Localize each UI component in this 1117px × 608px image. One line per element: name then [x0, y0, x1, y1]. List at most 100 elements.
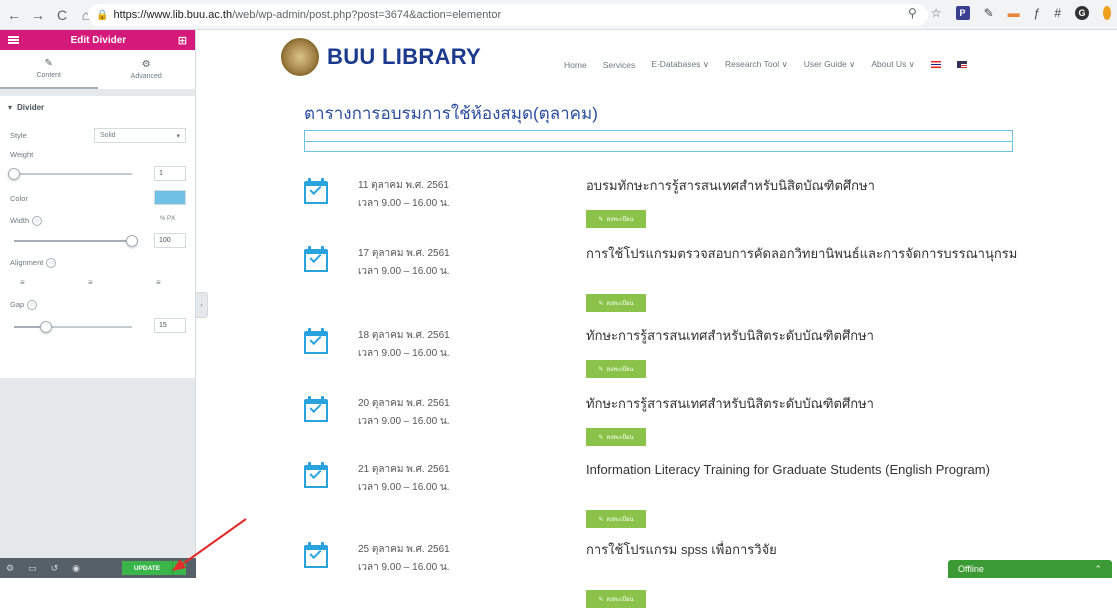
event-time: เวลา 9.00 – 16.00 น.: [358, 348, 450, 359]
event-time: เวลา 9.00 – 16.00 น.: [358, 198, 450, 209]
style-label: Style: [10, 131, 27, 140]
color-label: Color: [10, 194, 28, 203]
event-row: 18 ตุลาคม พ.ศ. 2561 เวลา 9.00 – 16.00 น. ท…: [304, 328, 1064, 388]
chat-widget[interactable]: Offline ⌃: [948, 560, 1112, 578]
zoom-icon[interactable]: ⚲: [908, 6, 917, 20]
align-center-icon[interactable]: ≡: [88, 278, 93, 287]
pencil-icon: ✎: [598, 300, 604, 307]
width-label: Width ▭: [10, 216, 43, 227]
divider-line: [304, 141, 1013, 142]
event-date: 18 ตุลาคม พ.ศ. 2561: [358, 330, 450, 341]
tab-content[interactable]: ✎ Content: [0, 50, 98, 89]
reload-icon[interactable]: C: [52, 5, 72, 25]
register-label: ลงทะเบียน: [606, 301, 634, 307]
nav-services[interactable]: Services: [603, 60, 636, 70]
register-button[interactable]: ✎ ลงทะเบียน: [586, 210, 646, 228]
style-select[interactable]: Solid ▾: [94, 128, 186, 143]
register-button[interactable]: ✎ ลงทะเบียน: [586, 510, 646, 528]
register-label: ลงทะเบียน: [606, 517, 634, 523]
profile-icon[interactable]: [1103, 6, 1111, 20]
style-value: Solid: [100, 132, 116, 139]
update-options-caret-icon[interactable]: ▲: [172, 561, 186, 575]
thai-flag-icon[interactable]: [930, 61, 941, 68]
color-swatch[interactable]: [154, 190, 186, 205]
event-row: 17 ตุลาคม พ.ศ. 2561 เวลา 9.00 – 16.00 น. ก…: [304, 246, 1064, 312]
extension-g-icon[interactable]: G: [1075, 6, 1089, 20]
elementor-panel: Edit Divider ⊞ ✎ Content ⚙ Advanced ▾ Di…: [0, 30, 196, 578]
extension-p-icon[interactable]: P: [955, 6, 970, 20]
event-title: Information Literacy Training for Gradua…: [586, 462, 990, 477]
width-input[interactable]: 100: [154, 233, 186, 248]
gap-slider-handle[interactable]: [40, 321, 52, 333]
site-brand: BUU LIBRARY: [327, 44, 482, 69]
register-button[interactable]: ✎ ลงทะเบียน: [586, 590, 646, 608]
weight-slider-handle[interactable]: [8, 168, 20, 180]
weight-input[interactable]: 1: [154, 166, 186, 181]
register-button[interactable]: ✎ ลงทะเบียน: [586, 294, 646, 312]
register-button[interactable]: ✎ ลงทะเบียน: [586, 360, 646, 378]
url-host: https://www.lib.buu.ac.th: [113, 9, 233, 21]
event-title: ทักษะการรู้สารสนเทศสำหรับนิสิตระดับบัณฑิ…: [586, 328, 874, 343]
align-left-icon[interactable]: ≡: [20, 278, 25, 287]
width-slider-handle[interactable]: [126, 235, 138, 247]
desktop-responsive-icon[interactable]: ▭: [32, 216, 43, 227]
width-unit-toggle[interactable]: % PX: [160, 216, 175, 222]
gap-label: Gap ▭: [10, 300, 38, 311]
panel-collapse-toggle[interactable]: ‹: [196, 292, 208, 318]
nav-e-databases[interactable]: E-Databases ∨: [651, 59, 709, 70]
calendar-check-icon: [304, 542, 328, 568]
divider-controls: Style Solid ▾ Weight 1 Color Width ▭ % PX…: [0, 118, 195, 378]
history-icon[interactable]: ↺: [51, 563, 59, 574]
nav-home[interactable]: Home: [564, 60, 587, 70]
section-title: Divider: [17, 102, 45, 112]
menu-icon[interactable]: [8, 36, 19, 44]
back-icon[interactable]: ←: [4, 5, 24, 25]
university-seal-logo: [281, 38, 319, 76]
event-date: 11 ตุลาคม พ.ศ. 2561: [358, 180, 449, 191]
section-divider-toggle[interactable]: ▾ Divider: [0, 96, 195, 118]
url-path: /web/wp-admin/post.php?post=3674&action=…: [232, 9, 502, 21]
event-row: 20 ตุลาคม พ.ศ. 2561 เวลา 9.00 – 16.00 น. ท…: [304, 396, 1064, 456]
panel-footer: ⚙ ▭ ↺ ◉ UPDATE ▲: [0, 558, 196, 578]
site-nav: Home Services E-Databases ∨ Research Too…: [564, 59, 967, 70]
event-title: ทักษะการรู้สารสนเทศสำหรับนิสิตระดับบัณฑิ…: [586, 396, 874, 411]
extension-orange-icon[interactable]: ▬: [1008, 6, 1020, 20]
forward-icon[interactable]: →: [28, 5, 48, 25]
site-logo[interactable]: BUU LIBRARY: [281, 38, 481, 76]
event-date: 21 ตุลาคม พ.ศ. 2561: [358, 464, 450, 475]
width-slider-track[interactable]: [14, 240, 132, 242]
star-icon[interactable]: ☆: [931, 6, 942, 20]
event-title: การใช้โปรแกรม spss เพื่อการวิจัย: [586, 542, 777, 557]
event-time: เวลา 9.00 – 16.00 น.: [358, 482, 450, 493]
navigator-icon[interactable]: ▭: [28, 563, 37, 574]
tab-content-label: Content: [36, 72, 62, 79]
address-bar[interactable]: 🔒 https://www.lib.buu.ac.th /web/wp-admi…: [88, 4, 928, 26]
alignment-label: Alignment ▭: [10, 258, 57, 269]
desktop-responsive-icon[interactable]: ▭: [27, 300, 38, 311]
chat-status: Offline: [958, 564, 984, 574]
pencil-icon: ✎: [598, 596, 604, 603]
preview-eye-icon[interactable]: ◉: [72, 563, 80, 574]
tab-advanced-label: Advanced: [130, 73, 162, 80]
desktop-responsive-icon[interactable]: ▭: [46, 258, 57, 269]
extension-f-icon[interactable]: ƒ: [1034, 6, 1041, 20]
calendar-check-icon: [304, 462, 328, 488]
page-title: ตารางการอบรมการใช้ห้องสมุด(ตุลาคม): [304, 104, 598, 123]
pen-icon[interactable]: ✎: [984, 6, 994, 20]
hash-icon[interactable]: #: [1054, 6, 1061, 20]
us-flag-icon[interactable]: [956, 61, 967, 68]
calendar-check-icon: [304, 246, 328, 272]
align-right-icon[interactable]: ≡: [156, 278, 161, 287]
nav-about-us[interactable]: About Us ∨: [871, 59, 915, 70]
event-time: เวลา 9.00 – 16.00 น.: [358, 416, 450, 427]
weight-slider-track[interactable]: [14, 173, 132, 175]
gap-input[interactable]: 15: [154, 318, 186, 333]
register-button[interactable]: ✎ ลงทะเบียน: [586, 428, 646, 446]
update-button[interactable]: UPDATE: [122, 561, 172, 575]
widgets-grid-icon[interactable]: ⊞: [178, 34, 187, 47]
nav-research-tool[interactable]: Research Tool ∨: [725, 59, 788, 70]
nav-user-guide[interactable]: User Guide ∨: [804, 59, 856, 70]
tab-advanced[interactable]: ⚙ Advanced: [98, 50, 196, 89]
browser-actions: ⚲ ☆ P ✎ ▬ ƒ # G: [908, 6, 1117, 20]
settings-icon[interactable]: ⚙: [6, 563, 14, 574]
